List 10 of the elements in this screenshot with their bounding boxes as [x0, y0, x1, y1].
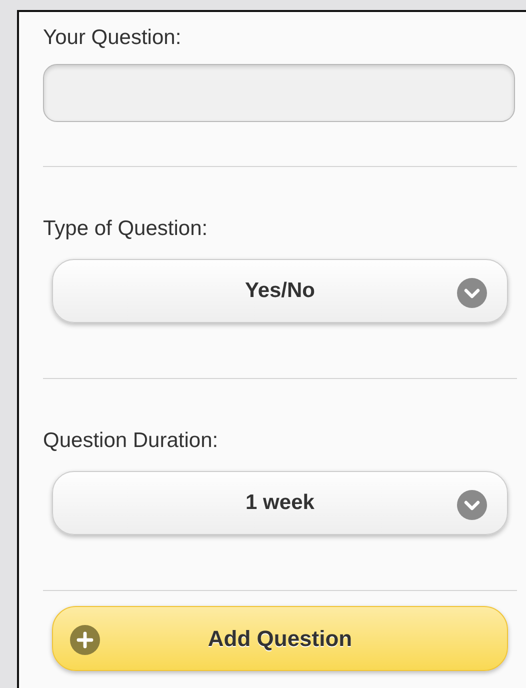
- field-label: Your Question:: [43, 26, 182, 50]
- question-input[interactable]: [43, 64, 515, 122]
- chevron-down-icon: [457, 278, 487, 308]
- chevron-down-icon: [457, 490, 487, 520]
- add-question-button[interactable]: Add Question: [52, 606, 508, 671]
- field-label: Question Duration:: [43, 429, 220, 453]
- select-menu[interactable]: Yes/No: [52, 259, 508, 323]
- field-label: Type of Question:: [43, 217, 209, 241]
- select-menu[interactable]: 1 week: [52, 471, 508, 535]
- plus-icon: [70, 625, 100, 655]
